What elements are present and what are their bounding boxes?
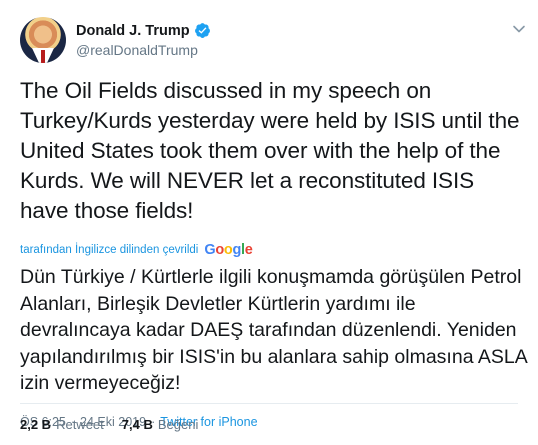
retweets-label: Retweet xyxy=(56,417,104,432)
tweet-card: Donald J. Trump @realDonaldTrump The Oil… xyxy=(0,0,538,445)
likes-label: Beğeni xyxy=(157,417,199,432)
author-display-name[interactable]: Donald J. Trump xyxy=(76,23,190,39)
google-logo: Google xyxy=(204,242,252,258)
author-names: Donald J. Trump @realDonaldTrump xyxy=(76,22,211,58)
likes-stat[interactable]: 7,4 B Beğeni xyxy=(122,417,199,432)
retweets-count: 2,2 B xyxy=(20,417,52,432)
verified-badge-icon xyxy=(194,23,210,38)
chevron-down-icon[interactable] xyxy=(512,22,526,36)
retweets-stat[interactable]: 2,2 B Retweet xyxy=(20,417,104,432)
tweet-stats: 2,2 B Retweet 7,4 B Beğeni xyxy=(20,417,216,432)
tweet-header: Donald J. Trump @realDonaldTrump xyxy=(20,16,518,64)
translated-tweet-text: Dün Türkiye / Kürtlerle ilgili konuşmamd… xyxy=(20,266,527,394)
google-logo-letter: o xyxy=(215,242,224,258)
divider xyxy=(20,403,518,404)
name-row: Donald J. Trump xyxy=(76,22,211,39)
google-logo-letter: G xyxy=(204,242,216,258)
author-handle[interactable]: @realDonaldTrump xyxy=(76,42,211,58)
google-logo-letter: g xyxy=(232,242,242,258)
likes-count: 7,4 B xyxy=(121,417,153,432)
translated-by-label[interactable]: tarafından İngilizce dilinden çevrildi xyxy=(20,244,198,256)
author-avatar[interactable] xyxy=(20,17,66,63)
tweet-text: The Oil Fields discussed in my speech on… xyxy=(20,78,520,223)
translation-attribution: tarafından İngilizce dilinden çevrildi G… xyxy=(20,240,518,260)
google-logo-letter: e xyxy=(244,242,253,258)
